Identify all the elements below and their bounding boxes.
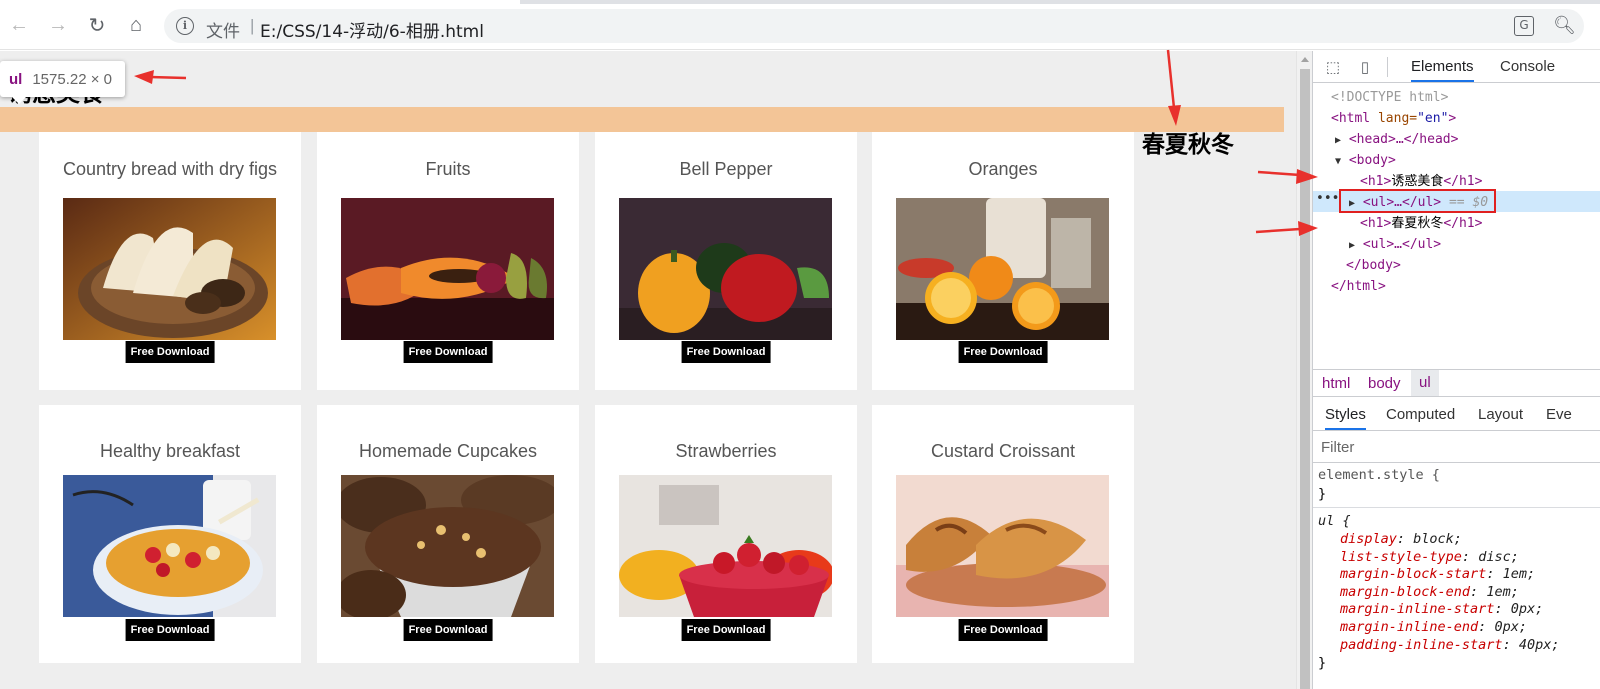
arrow-to-second-heading [1166,49,1176,109]
arrow-to-dom-h1-first-head [1296,169,1318,184]
arrow-to-dom-h1-second-head [1298,221,1318,236]
arrow-to-second-heading-head [1168,105,1181,126]
annotation-arrows [134,49,1318,236]
arrow-to-dom-h1-first [1257,170,1301,177]
arrow-to-tooltip [149,75,187,80]
arrow-to-dom-h1-second [1255,227,1301,234]
arrow-to-tooltip-head [134,70,154,84]
